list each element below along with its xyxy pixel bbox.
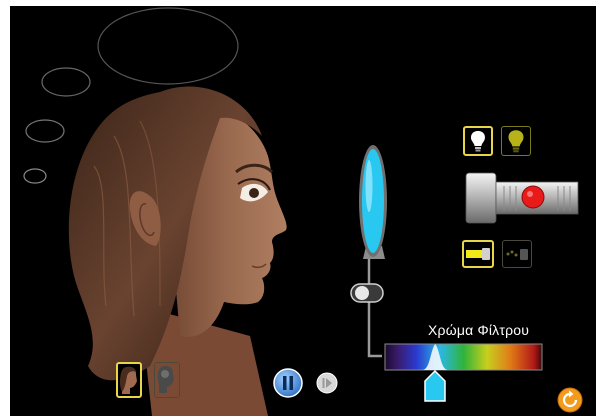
brain-view-option[interactable]: [154, 362, 180, 398]
reset-icon: [557, 387, 583, 413]
pause-icon: [273, 368, 303, 398]
step-button[interactable]: [316, 372, 338, 394]
filter-color-label: Χρώμα Φίλτρου: [428, 322, 530, 338]
thought-bubble-small: [41, 67, 91, 97]
photon-beam-icon: [506, 249, 528, 260]
photon-beam-option[interactable]: [502, 240, 532, 268]
yellow-bulb-icon: [508, 130, 524, 153]
pause-button[interactable]: [273, 368, 303, 398]
thought-bubble-small: [23, 168, 47, 184]
thought-bubble-small: [25, 119, 65, 143]
colored-light-option[interactable]: [501, 126, 531, 156]
reset-button[interactable]: [557, 387, 583, 413]
face-view-option[interactable]: [116, 362, 142, 398]
brain-view-icon: [157, 365, 174, 393]
simulation-stage: Χρώμα Φίλτρου: [10, 6, 596, 416]
filter-toggle-switch[interactable]: [350, 283, 384, 303]
white-bulb-icon: [471, 131, 485, 152]
face-view-icon: [119, 366, 137, 394]
step-icon: [316, 372, 338, 394]
filter-slider-thumb[interactable]: [423, 369, 447, 402]
filter-stand: [367, 259, 382, 358]
white-light-option[interactable]: [463, 126, 493, 156]
slider-thumb-icon: [424, 369, 446, 402]
toggle-icon: [350, 283, 384, 303]
solid-beam-option[interactable]: [462, 240, 494, 268]
thought-bubble: [97, 7, 239, 85]
color-filter-lens: [359, 145, 387, 259]
power-button-icon: [521, 185, 545, 209]
scene-graphics: [23, 7, 579, 416]
flashlight-power-button[interactable]: [521, 185, 545, 209]
spectrum-bar: [384, 343, 543, 371]
solid-beam-icon: [466, 248, 490, 260]
